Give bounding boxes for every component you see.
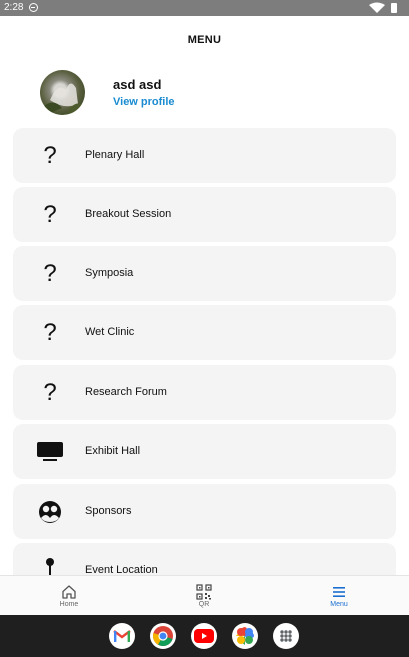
question-icon: ? [43,142,57,169]
avatar[interactable] [40,70,85,115]
nav-menu[interactable]: Menu [299,576,379,616]
qr-code-icon [196,584,212,600]
question-icon: ? [43,260,57,287]
menu-item-label: Plenary Hall [85,149,145,161]
photos-icon[interactable] [232,623,258,649]
map-pin-icon [35,557,65,575]
wifi-icon [369,2,385,13]
menu-item-exhibit-hall[interactable]: Exhibit Hall [13,424,396,479]
system-dock [0,615,409,657]
profile-section: asd asd View profile [40,70,380,116]
group-icon [35,498,65,526]
menu-list: ? Plenary Hall ? Breakout Session ? Symp… [13,128,396,575]
menu-item-label: Wet Clinic [85,326,135,338]
question-icon: ? [43,379,57,406]
gmail-icon[interactable] [109,623,135,649]
menu-item-label: Symposia [85,267,134,279]
home-icon [62,585,76,599]
menu-item-label: Exhibit Hall [85,445,141,457]
nav-label: Menu [330,601,348,608]
menu-icon [333,587,345,597]
view-profile-link[interactable]: View profile [113,96,175,108]
menu-item-sponsors[interactable]: Sponsors [13,484,396,539]
menu-item-wet-clinic[interactable]: ? Wet Clinic [13,305,396,360]
menu-item-label: Event Location [85,564,158,575]
nav-label: QR [198,601,210,608]
menu-item-plenary-hall[interactable]: ? Plenary Hall [13,128,396,183]
do-not-disturb-icon [29,3,38,12]
menu-item-label: Sponsors [85,505,132,517]
menu-item-research-forum[interactable]: ? Research Forum [13,365,396,420]
tv-icon [35,438,65,466]
page-title: MENU [187,34,222,46]
status-bar: 2:28 [0,0,409,16]
avatar-image [44,83,84,115]
app-drawer-icon[interactable] [273,623,299,649]
menu-item-breakout-session[interactable]: ? Breakout Session [13,187,396,242]
chrome-icon[interactable] [150,623,176,649]
question-icon: ? [43,201,57,228]
menu-item-symposia[interactable]: ? Symposia [13,246,396,301]
nav-qr[interactable]: QR [164,576,244,616]
bottom-navigation: Home QR Menu [0,575,409,615]
menu-item-label: Breakout Session [85,208,172,220]
menu-item-label: Research Forum [85,386,167,398]
status-time: 2:28 [4,2,24,13]
question-icon: ? [43,319,57,346]
status-icons [369,2,397,13]
nav-home[interactable]: Home [29,576,109,616]
profile-name: asd asd [113,77,162,92]
menu-item-event-location[interactable]: Event Location [13,543,396,575]
battery-icon [391,3,397,13]
youtube-icon[interactable] [191,623,217,649]
nav-label: Home [59,601,79,608]
